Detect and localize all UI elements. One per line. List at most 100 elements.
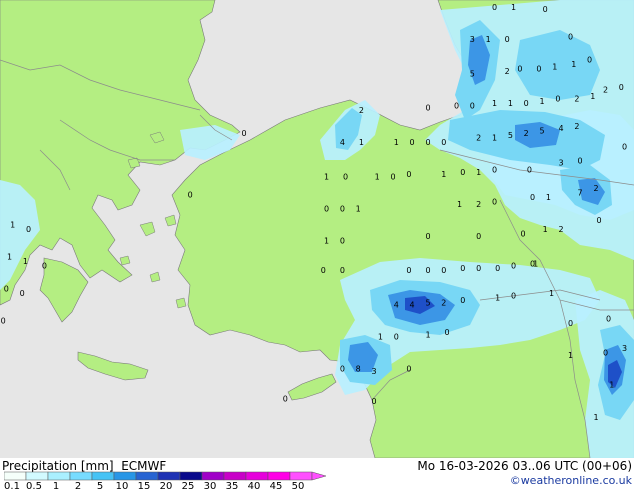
grid-value-33: 0 (441, 138, 446, 147)
color-scale-tick-label: 5 (96, 481, 104, 492)
grid-value-13: 0 (587, 56, 592, 65)
grid-value-72: 1 (543, 225, 548, 234)
grid-value-101: 0 (394, 333, 399, 342)
grid-value-50: 0 (492, 166, 497, 175)
grid-value-71: 0 (520, 230, 525, 239)
grid-value-5: 0 (505, 35, 510, 44)
grid-value-48: 0 (460, 168, 465, 177)
color-scale-tick-label: 50 (291, 481, 305, 492)
grid-value-25: 2 (574, 95, 579, 104)
grid-value-2: 0 (543, 5, 548, 14)
grid-value-35: 1 (492, 133, 497, 142)
grid-value-82: 0 (441, 266, 446, 275)
grid-value-24: 0 (555, 95, 560, 104)
grid-value-65: 1 (10, 220, 15, 229)
grid-value-28: 4 (340, 138, 345, 147)
grid-value-77: 0 (42, 262, 47, 271)
color-scale-swatch (69, 471, 93, 481)
grid-value-112: 0 (406, 365, 411, 374)
grid-value-104: 0 (568, 319, 573, 328)
grid-value-75: 1 (7, 253, 12, 262)
color-scale-swatch (201, 471, 225, 481)
grid-value-22: 0 (524, 99, 529, 108)
grid-value-83: 0 (460, 264, 465, 273)
grid-value-111: 3 (372, 367, 377, 376)
grid-value-40: 2 (574, 122, 579, 131)
grid-value-17: 0 (425, 104, 430, 113)
grid-value-23: 1 (540, 97, 545, 106)
grid-value-62: 1 (546, 193, 551, 202)
color-scale-tick-label: 30 (203, 481, 217, 492)
grid-value-106: 1 (568, 351, 573, 360)
grid-value-52: 3 (559, 159, 564, 168)
grid-value-26: 1 (590, 92, 595, 101)
color-scale-tick-label: 15 (137, 481, 151, 492)
grid-value-84: 0 (476, 264, 481, 273)
grid-value-58: 1 (457, 200, 462, 209)
grid-value-41: 0 (622, 143, 627, 152)
grid-value-34: 2 (476, 133, 481, 142)
grid-value-61: 0 (530, 193, 535, 202)
grid-value-63: 7 (578, 188, 583, 197)
color-scale-swatch (289, 471, 313, 481)
grid-value-94: 2 (441, 298, 446, 307)
grid-value-9: 0 (517, 65, 522, 74)
grid-value-46: 0 (406, 170, 411, 179)
grid-value-70: 0 (476, 232, 481, 241)
grid-value-64: 2 (593, 184, 598, 193)
grid-value-100: 1 (378, 333, 383, 342)
grid-value-14: 2 (603, 85, 608, 94)
grid-value-21: 1 (508, 99, 513, 108)
grid-value-79: 0 (340, 266, 345, 275)
color-scale-tick-label: 1 (52, 481, 60, 492)
color-scale-swatch (4, 471, 27, 481)
grid-value-8: 2 (505, 67, 510, 76)
grid-value-92: 4 (410, 301, 415, 310)
grid-value-96: 1 (495, 294, 500, 303)
grid-value-16: 2 (359, 106, 364, 115)
grid-value-90: 0 (20, 289, 25, 298)
grid-value-39: 4 (559, 124, 564, 133)
color-scale-swatch (223, 471, 247, 481)
grid-value-95: 0 (460, 296, 465, 305)
grid-value-47: 1 (441, 170, 446, 179)
color-scale-tick-label: 40 (247, 481, 261, 492)
grid-value-29: 1 (359, 138, 364, 147)
grid-value-45: 0 (391, 172, 396, 181)
color-scale-swatch (157, 471, 181, 481)
grid-value-85: 0 (495, 264, 500, 273)
grid-value-4: 1 (486, 35, 491, 44)
grid-value-3: 3 (470, 35, 475, 44)
precipitation-map: 0 1 03 1 0 05 2 0 0 1 102 02 0 0 0 1 1 0 1 0 2 104 1 1 0 0 02 1 5 2 5 4… (0, 0, 634, 458)
grid-value-86: 0 (511, 262, 516, 271)
color-scale-tick-label: 2 (74, 481, 82, 492)
grid-value-51: 0 (527, 166, 532, 175)
grid-value-107: 0 (603, 349, 608, 358)
grid-value-55: 0 (324, 204, 329, 213)
color-scale-arrow (311, 471, 327, 481)
grid-value-81: 0 (425, 266, 430, 275)
grid-value-57: 1 (356, 204, 361, 213)
color-scale-swatch (179, 471, 203, 481)
grid-value-10: 0 (536, 65, 541, 74)
color-scale-tick-label: 35 (225, 481, 239, 492)
grid-value-108: 3 (622, 344, 627, 353)
grid-value-80: 0 (406, 266, 411, 275)
credit-link[interactable]: ©weatheronline.co.uk (510, 474, 632, 488)
grid-value-105: 0 (606, 314, 611, 323)
color-scale-swatch (245, 471, 269, 481)
color-scale-swatch (113, 471, 137, 481)
grid-value-36: 5 (508, 131, 513, 140)
grid-value-68: 0 (340, 237, 345, 246)
grid-value-102: 1 (425, 330, 430, 339)
grid-value-49: 1 (476, 168, 481, 177)
grid-value-32: 0 (425, 138, 430, 147)
grid-value-53: 0 (578, 156, 583, 165)
grid-value-11: 1 (552, 62, 557, 71)
grid-value-19: 0 (470, 101, 475, 110)
grid-value-31: 0 (410, 138, 415, 147)
valid-time-label: Mo 16-03-2026 03..06 UTC (00+06) (417, 459, 632, 473)
grid-value-12: 1 (571, 60, 576, 69)
grid-value-27: 0 (242, 129, 247, 138)
grid-value-115: 0 (372, 397, 377, 406)
